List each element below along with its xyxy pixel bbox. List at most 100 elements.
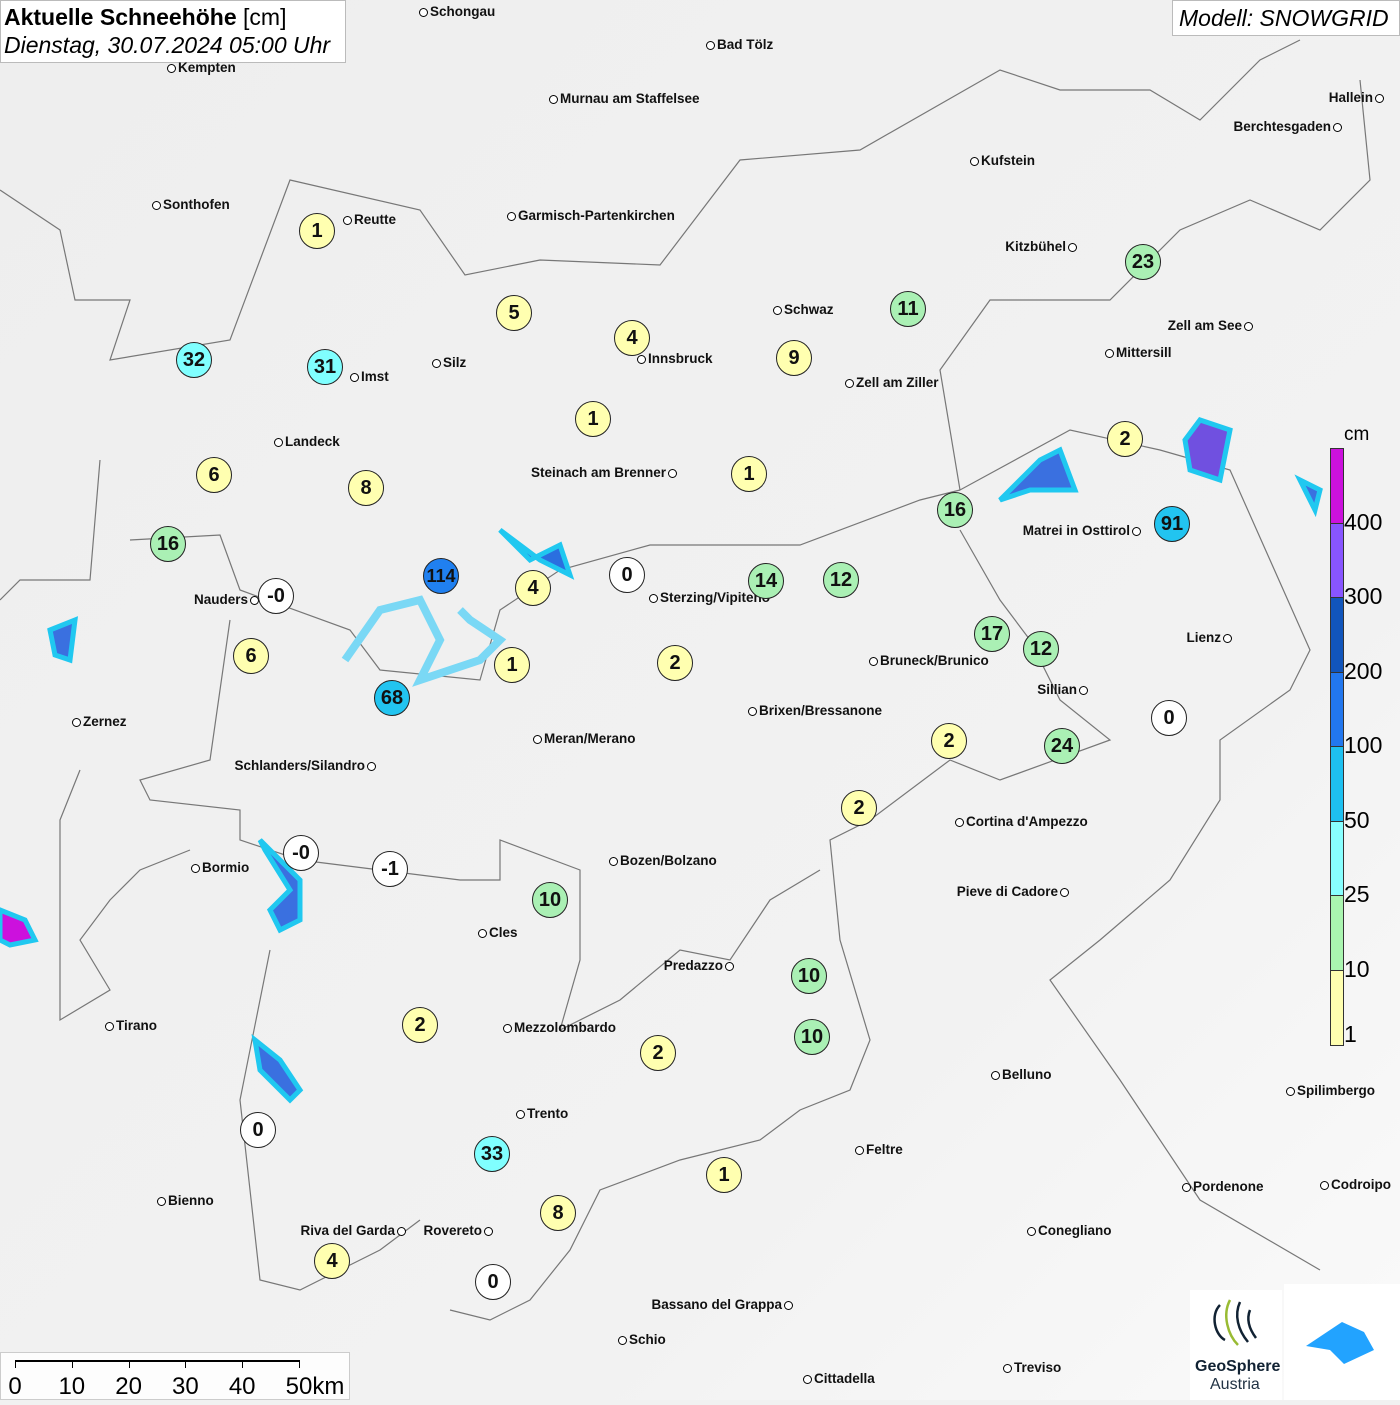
city-dot-icon (1320, 1181, 1329, 1190)
city-label: Sillian (1037, 683, 1088, 697)
city-dot-icon (343, 216, 352, 225)
city-name: Zell am See (1167, 318, 1242, 333)
city-dot-icon (970, 157, 979, 166)
city-label: Pordenone (1182, 1180, 1264, 1194)
city-dot-icon (869, 657, 878, 666)
city-label: Mezzolombardo (503, 1021, 616, 1035)
city-label: Steinach am Brenner (531, 466, 677, 480)
city-dot-icon (367, 762, 376, 771)
scale-tick (242, 1360, 244, 1368)
city-name: Conegliano (1038, 1223, 1112, 1238)
snow-depth-marker: 8 (540, 1195, 576, 1231)
snow-depth-marker: 5 (496, 295, 532, 331)
city-name: Schwaz (784, 302, 834, 317)
city-dot-icon (503, 1024, 512, 1033)
city-dot-icon (706, 41, 715, 50)
city-dot-icon (350, 373, 359, 382)
snow-depth-marker: 33 (474, 1136, 510, 1172)
city-name: Brixen/Bressanone (759, 703, 883, 718)
city-dot-icon (1333, 123, 1342, 132)
scale-tick (185, 1360, 187, 1368)
city-dot-icon (105, 1022, 114, 1031)
city-name: Cortina d'Ampezzo (966, 814, 1088, 829)
city-label: Mittersill (1105, 346, 1172, 360)
city-label: Brixen/Bressanone (748, 704, 882, 718)
city-name: Hallein (1328, 90, 1373, 105)
snow-depth-marker: -0 (283, 835, 319, 871)
snow-depth-marker: 10 (794, 1019, 830, 1055)
geosphere-icon (1213, 1299, 1258, 1346)
snow-depth-marker: 16 (937, 492, 973, 528)
city-dot-icon (725, 962, 734, 971)
city-name: Feltre (866, 1142, 903, 1157)
city-dot-icon (855, 1146, 864, 1155)
city-dot-icon (748, 707, 757, 716)
city-dot-icon (649, 594, 658, 603)
city-label: Matrei in Osttirol (1023, 524, 1141, 538)
city-dot-icon (1244, 322, 1253, 331)
city-name: Belluno (1002, 1067, 1052, 1082)
snow-depth-marker: 9 (776, 340, 812, 376)
scale-label: 50km (285, 1373, 345, 1400)
city-label: Schlanders/Silandro (234, 759, 376, 773)
city-name: Codroipo (1331, 1177, 1391, 1192)
city-dot-icon (1182, 1183, 1191, 1192)
scale-label: 30 (172, 1373, 199, 1400)
city-dot-icon (191, 864, 200, 873)
snow-depth-marker: 2 (931, 723, 967, 759)
city-label: Conegliano (1027, 1224, 1112, 1238)
snow-depth-marker: 114 (423, 558, 459, 594)
snow-depth-marker: 0 (1151, 700, 1187, 736)
city-label: Meran/Merano (533, 732, 636, 746)
city-name: Bienno (168, 1193, 214, 1208)
city-dot-icon (1027, 1227, 1036, 1236)
city-label: Kitzbühel (1005, 240, 1077, 254)
snow-depth-marker: 16 (150, 526, 186, 562)
city-label: Schio (618, 1333, 666, 1347)
city-dot-icon (1286, 1087, 1295, 1096)
city-label: Nauders (194, 593, 259, 607)
city-dot-icon (507, 212, 516, 221)
model-label: Modell: SNOWGRID (1172, 0, 1400, 36)
legend-swatch (1331, 598, 1343, 673)
snow-depth-marker: 4 (314, 1243, 350, 1279)
city-label: Predazzo (664, 959, 734, 973)
city-dot-icon (1223, 634, 1232, 643)
city-label: Rovereto (423, 1224, 493, 1238)
partner-logo (1284, 1284, 1400, 1400)
city-dot-icon (668, 469, 677, 478)
city-name: Trento (527, 1106, 569, 1121)
snow-depth-marker: 17 (974, 616, 1010, 652)
city-label: Cortina d'Ampezzo (955, 815, 1088, 829)
snow-depth-marker: 4 (515, 570, 551, 606)
city-name: Treviso (1014, 1360, 1062, 1375)
city-dot-icon (152, 201, 161, 210)
city-dot-icon (1132, 527, 1141, 536)
city-label: Zernez (72, 715, 127, 729)
city-name: Kitzbühel (1005, 239, 1066, 254)
city-label: Trento (516, 1107, 568, 1121)
legend-swatch (1331, 747, 1343, 822)
city-dot-icon (72, 718, 81, 727)
city-name: Schio (629, 1332, 666, 1347)
city-dot-icon (516, 1110, 525, 1119)
legend-swatch (1331, 523, 1343, 598)
snow-depth-marker: 32 (176, 342, 212, 378)
city-name: Riva del Garda (300, 1223, 395, 1238)
city-name: Sillian (1037, 682, 1077, 697)
scale-tick (128, 1360, 130, 1368)
city-label: Landeck (274, 435, 340, 449)
city-dot-icon (1068, 243, 1077, 252)
snow-depth-marker: 6 (196, 457, 232, 493)
city-name: Bozen/Bolzano (620, 853, 717, 868)
city-name: Silz (443, 355, 467, 370)
city-label: Bruneck/Brunico (869, 654, 989, 668)
city-name: Cittadella (814, 1371, 875, 1386)
city-label: Treviso (1003, 1361, 1061, 1375)
snow-depth-marker: 12 (1023, 631, 1059, 667)
snow-depth-marker: 24 (1044, 728, 1080, 764)
city-dot-icon (432, 359, 441, 368)
city-dot-icon (991, 1071, 1000, 1080)
city-label: Spilimbergo (1286, 1084, 1375, 1098)
city-label: Codroipo (1320, 1178, 1391, 1192)
